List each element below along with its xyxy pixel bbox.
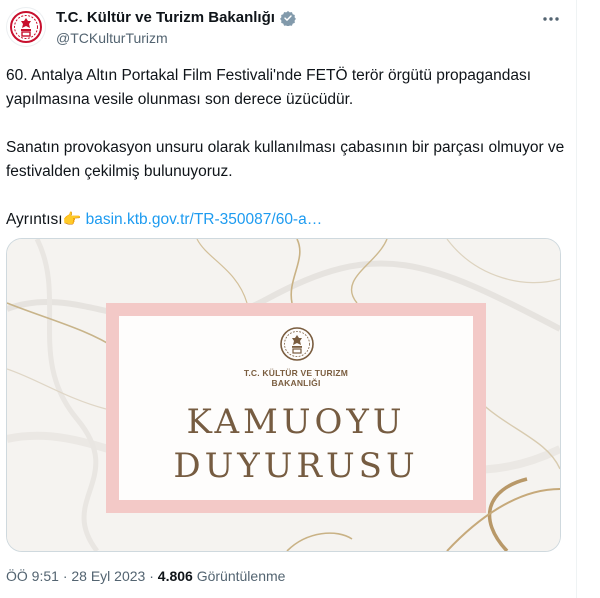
ministry-emblem-icon: [280, 327, 314, 361]
ministry-name: T.C. KÜLTÜR VE TURIZM BAKANLIĞI: [119, 368, 473, 388]
avatar[interactable]: [6, 7, 46, 47]
ministry-name-line: T.C. KÜLTÜR VE TURIZM: [243, 368, 349, 378]
timeline-divider: [576, 0, 577, 598]
more-button[interactable]: [540, 8, 562, 30]
announcement-title-line1: KAMUOYU: [186, 402, 406, 442]
views-label: Görüntülenme: [196, 568, 286, 584]
ministry-name-line: BAKANLIĞI: [271, 378, 321, 388]
verified-badge-icon[interactable]: [279, 10, 296, 26]
display-name[interactable]: T.C. Kültür ve Turizm Bakanlığı: [56, 9, 275, 26]
views-count: 4.806: [157, 568, 193, 584]
tweet-meta: ÖÖ 9:51 · 28 Eyl 2023 · 4.806 Görüntülen…: [6, 568, 285, 584]
details-label: Ayrıntısı: [6, 211, 63, 228]
ministry-emblem-icon: [10, 11, 42, 43]
more-icon: [543, 17, 559, 21]
meta-separator: ·: [149, 568, 154, 584]
tweet-date[interactable]: 28 Eyl 2023: [71, 568, 145, 584]
tweet-paragraph: Sanatın provokasyon unsuru olarak kullan…: [6, 139, 565, 180]
press-release-link[interactable]: basin.ktb.gov.tr/TR-350087/60-a…: [86, 211, 323, 228]
announcement-card: T.C. KÜLTÜR VE TURIZM BAKANLIĞI KAMUOYU …: [106, 303, 486, 513]
tweet-details-line: Ayrıntısı👉 basin.ktb.gov.tr/TR-350087/60…: [6, 208, 566, 232]
tweet-time[interactable]: ÖÖ 9:51: [6, 568, 59, 584]
tweet-paragraph: 60. Antalya Altın Portakal Film Festival…: [6, 67, 532, 108]
pointing-hand-icon: 👉: [62, 211, 82, 228]
tweet-header: T.C. Kültür ve Turizm Bakanlığı @TCKultu…: [0, 0, 576, 52]
account-handle[interactable]: @TCKulturTurizm: [56, 30, 168, 46]
tweet-image[interactable]: T.C. KÜLTÜR VE TURIZM BAKANLIĞI KAMUOYU …: [6, 238, 561, 552]
announcement-title-line2: DUYURUSU: [173, 446, 419, 486]
tweet-text: 60. Antalya Altın Portakal Film Festival…: [6, 64, 566, 232]
meta-separator: ·: [62, 568, 68, 584]
